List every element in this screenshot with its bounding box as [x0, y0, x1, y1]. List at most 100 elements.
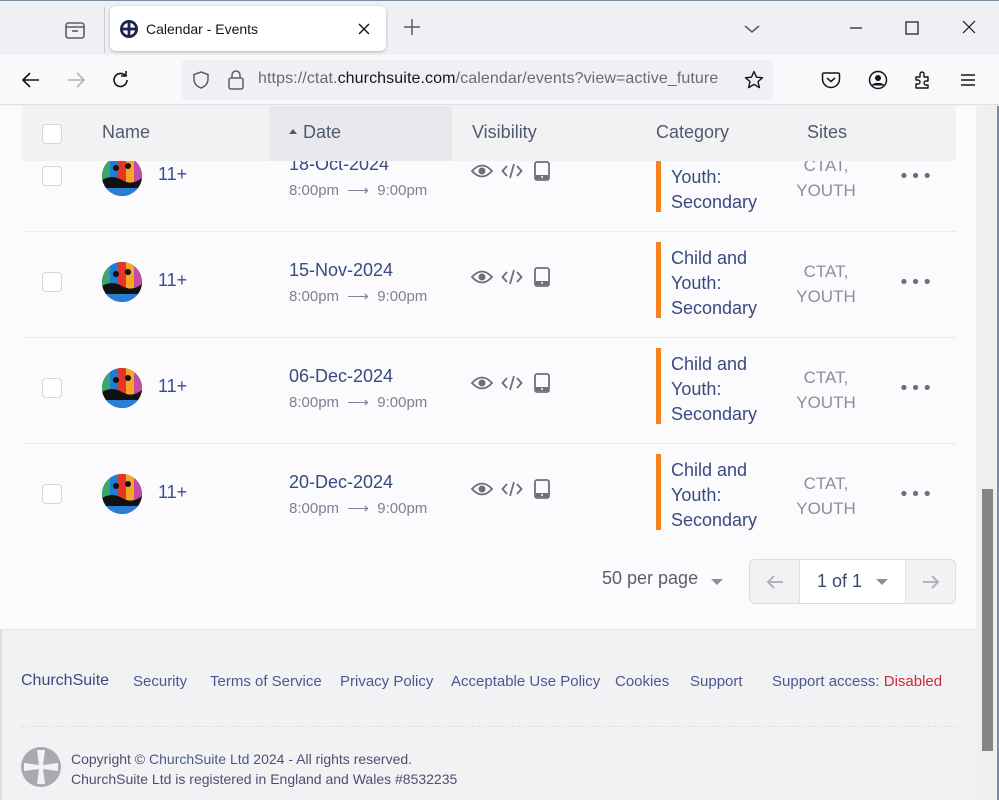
column-header-category[interactable]: Category: [656, 122, 729, 143]
previous-page-button[interactable]: [750, 560, 800, 603]
browser-tab-active[interactable]: Calendar - Events: [110, 6, 386, 51]
arrow-right-icon: [923, 574, 940, 589]
eye-icon: [471, 372, 493, 394]
copyright-company-link[interactable]: ChurchSuite Ltd: [149, 751, 249, 767]
pocket-icon[interactable]: [818, 67, 844, 93]
url-bar[interactable]: https://ctat.churchsuite.com/calendar/ev…: [181, 60, 773, 100]
column-header-date[interactable]: Date: [289, 122, 341, 143]
lock-icon[interactable]: [226, 69, 246, 91]
event-date: 06-Dec-2024: [289, 366, 394, 386]
page-caret-icon: [876, 578, 889, 585]
menu-hamburger-icon[interactable]: [955, 67, 981, 93]
footer-link-privacy[interactable]: Privacy Policy: [340, 673, 433, 690]
per-page-caret-icon[interactable]: [711, 579, 723, 585]
arrow-left-icon: [766, 574, 783, 589]
row-more-options-button[interactable]: •••: [899, 482, 933, 506]
page-select[interactable]: 1 of 1: [800, 560, 905, 603]
select-all-checkbox[interactable]: [42, 124, 62, 144]
category-color-bar: [656, 348, 661, 424]
page-content: 11+ 18-Oct-2024 8:00pm ⟶ 9:00pm Child an…: [0, 106, 999, 800]
browser-nav-bar: https://ctat.churchsuite.com/calendar/ev…: [0, 55, 999, 105]
category-line: Youth:: [671, 167, 722, 187]
table-row[interactable]: 11+ 20-Dec-2024 8:00pm ⟶ 9:00pm Child an…: [22, 444, 956, 550]
event-category: Child and Youth: Secondary: [671, 458, 781, 533]
reload-icon[interactable]: [108, 67, 134, 93]
window-minimize-icon[interactable]: [845, 18, 869, 40]
new-tab-button[interactable]: [400, 17, 424, 41]
firefox-view-icon[interactable]: [62, 17, 88, 43]
visibility-icons: [471, 266, 553, 288]
table-row[interactable]: 11+ 15-Nov-2024 8:00pm ⟶ 9:00pm Child an…: [22, 232, 956, 338]
back-arrow-icon[interactable]: [18, 67, 44, 93]
footer-churchsuite-link[interactable]: ChurchSuite: [21, 672, 109, 690]
url-host: churchsuite.com: [337, 70, 456, 87]
browser-tab-bar: Calendar - Events: [0, 0, 999, 55]
footer-link-acceptable-use[interactable]: Acceptable Use Policy: [451, 673, 600, 690]
scrollbar-thumb[interactable]: [982, 489, 993, 751]
row-more-options-button[interactable]: •••: [899, 376, 933, 400]
page-scrollbar[interactable]: [977, 106, 997, 800]
row-more-options-button[interactable]: •••: [899, 270, 933, 294]
account-icon[interactable]: [865, 67, 891, 93]
category-line: Youth:: [671, 379, 722, 399]
event-name-link[interactable]: 11+: [158, 482, 187, 503]
category-line: Youth:: [671, 273, 722, 293]
footer-link-support[interactable]: Support: [690, 673, 743, 690]
extensions-puzzle-icon[interactable]: [910, 67, 936, 93]
site-line: YOUTH: [796, 499, 856, 518]
support-access-value[interactable]: Disabled: [884, 673, 942, 690]
bookmark-star-icon[interactable]: [743, 69, 765, 91]
churchsuite-logo-icon: [21, 747, 61, 787]
window-maximize-icon[interactable]: [900, 18, 924, 40]
registration-line: ChurchSuite Ltd is registered in England…: [71, 771, 458, 787]
row-checkbox[interactable]: [42, 272, 62, 292]
column-header-name[interactable]: Name: [102, 122, 150, 143]
table-row[interactable]: 11+ 06-Dec-2024 8:00pm ⟶ 9:00pm Child an…: [22, 338, 956, 444]
column-header-date-label: Date: [303, 122, 342, 142]
code-embed-icon: [501, 372, 523, 394]
event-name-link[interactable]: 11+: [158, 270, 187, 291]
url-prefix: https://ctat.: [258, 70, 338, 87]
event-name-link[interactable]: 11+: [158, 376, 187, 397]
footer-link-cookies[interactable]: Cookies: [615, 673, 669, 690]
copyright-prefix: Copyright ©: [71, 751, 150, 767]
churchsuite-favicon-icon: [120, 19, 138, 38]
arrow-icon: ⟶: [347, 500, 369, 517]
event-start-time: 8:00pm: [289, 182, 340, 199]
category-line: Secondary: [671, 192, 758, 212]
footer-link-security[interactable]: Security: [133, 673, 187, 690]
category-color-bar: [656, 454, 661, 530]
row-checkbox[interactable]: [42, 378, 62, 398]
visibility-icons: [471, 160, 553, 182]
tracking-protection-shield-icon[interactable]: [191, 70, 211, 90]
event-category: Child and Youth: Secondary: [671, 352, 781, 427]
next-page-button[interactable]: [905, 560, 955, 603]
event-time: 8:00pm ⟶ 9:00pm: [289, 181, 427, 199]
event-name-link[interactable]: 11+: [158, 164, 187, 185]
category-color-bar: [656, 242, 661, 318]
events-table-card: 11+ 18-Oct-2024 8:00pm ⟶ 9:00pm Child an…: [0, 106, 976, 630]
tab-close-icon[interactable]: [354, 19, 374, 39]
list-all-tabs-chevron-icon[interactable]: [740, 17, 764, 41]
window-close-icon[interactable]: [957, 18, 981, 40]
column-header-visibility[interactable]: Visibility: [472, 122, 537, 143]
event-end-time: 9:00pm: [377, 394, 428, 411]
column-header-sites[interactable]: Sites: [807, 122, 847, 143]
event-date: 20-Dec-2024: [289, 472, 394, 492]
url-text[interactable]: https://ctat.churchsuite.com/calendar/ev…: [258, 70, 736, 88]
event-avatar: [102, 156, 142, 196]
row-more-options-button[interactable]: •••: [899, 164, 933, 188]
site-line: YOUTH: [796, 181, 856, 200]
visibility-icons: [471, 372, 553, 394]
footer-link-terms[interactable]: Terms of Service: [210, 673, 322, 690]
forward-arrow-icon[interactable]: [63, 67, 89, 93]
row-checkbox[interactable]: [42, 166, 62, 186]
event-start-time: 8:00pm: [289, 500, 340, 517]
arrow-icon: ⟶: [347, 288, 369, 305]
event-start-time: 8:00pm: [289, 394, 340, 411]
row-checkbox[interactable]: [42, 484, 62, 504]
per-page-select[interactable]: 50 per page: [602, 568, 698, 589]
tablet-app-icon: [531, 478, 553, 500]
site-line: CTAT,: [803, 368, 849, 387]
code-embed-icon: [501, 266, 523, 288]
